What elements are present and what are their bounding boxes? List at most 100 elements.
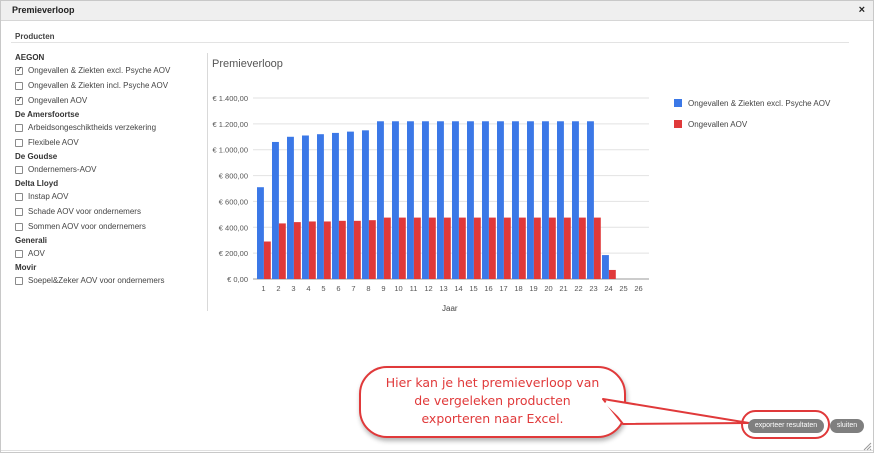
x-tick-label: 3: [291, 284, 295, 293]
chart-legend: Ongevallen & Ziekten excl. Psyche AOV Ong…: [674, 97, 830, 139]
premium-bar-chart: € 0,00 € 200,00 € 400,00 € 600,00 € 800,00 € …: [213, 94, 649, 293]
x-tick-label: 9: [381, 284, 385, 293]
product-checkbox-item[interactable]: Soepel&Zeker AOV voor ondernemers: [15, 273, 205, 288]
x-tick-label: 22: [574, 284, 582, 293]
bar-red: [518, 217, 526, 279]
product-checkbox-item[interactable]: Arbeidsongeschiktheids verzekering: [15, 120, 205, 135]
checkbox-checked[interactable]: [15, 65, 23, 75]
legend-item[interactable]: Ongevallen & Ziekten excl. Psyche AOV: [674, 97, 830, 109]
product-label: Soepel&Zeker AOV voor ondernemers: [28, 276, 165, 285]
legend-item[interactable]: Ongevallen AOV: [674, 118, 830, 130]
x-tick-label: 5: [321, 284, 325, 293]
x-tick-label: 4: [306, 284, 310, 293]
x-tick-label: 8: [366, 284, 370, 293]
product-checkbox-item[interactable]: AOV: [15, 246, 205, 261]
checkbox[interactable]: [15, 138, 23, 147]
product-list: AEGON Ongevallen & Ziekten excl. Psyche A…: [15, 51, 205, 288]
bar-blue: [302, 135, 309, 279]
x-tick-label: 24: [604, 284, 612, 293]
checkbox[interactable]: [15, 276, 23, 285]
checkbox[interactable]: [15, 207, 23, 216]
x-tick-label: 15: [469, 284, 477, 293]
bar-red: [323, 221, 331, 279]
x-tick-label: 6: [336, 284, 340, 293]
bar-red: [548, 217, 556, 279]
legend-swatch: [674, 120, 682, 128]
product-checkbox-item[interactable]: Ondernemers-AOV: [15, 162, 205, 177]
callout-line: de vergeleken producten: [414, 393, 571, 408]
bar-blue: [452, 121, 459, 279]
callout-line: exporteren naar Excel.: [421, 411, 564, 426]
bar-red: [278, 223, 286, 279]
bar-red: [593, 217, 601, 279]
x-tick-label: 14: [454, 284, 462, 293]
bottom-divider: [1, 450, 873, 451]
product-label: Flexibele AOV: [28, 138, 79, 147]
resize-grip-icon[interactable]: [862, 441, 872, 451]
checkbox[interactable]: [15, 249, 23, 258]
bar-red: [338, 220, 346, 279]
product-group-title: AEGON: [15, 53, 45, 62]
bar-blue: [467, 121, 474, 279]
bar-blue: [362, 130, 369, 279]
x-tick-label: 13: [439, 284, 447, 293]
product-checkbox-item[interactable]: Flexibele AOV: [15, 135, 205, 150]
premieverloop-dialog: Premieverloop × Producten AEGON Ongevalle…: [0, 0, 874, 453]
y-tick-label: € 0,00: [227, 275, 248, 284]
x-tick-label: 2: [276, 284, 280, 293]
checkbox[interactable]: [15, 81, 23, 90]
vertical-divider: [207, 53, 208, 311]
x-tick-label: 10: [394, 284, 402, 293]
checkbox[interactable]: [15, 192, 23, 201]
close-icon[interactable]: ×: [859, 4, 865, 16]
y-tick-label: € 400,00: [219, 223, 248, 232]
bar-red: [578, 217, 586, 279]
product-checkbox-item[interactable]: Ongevallen & Ziekten excl. Psyche AOV: [15, 63, 205, 78]
bar-red: [608, 269, 616, 279]
bar-red: [308, 221, 316, 279]
bar-blue: [437, 121, 444, 279]
product-checkbox-item[interactable]: Schade AOV voor ondernemers: [15, 204, 205, 219]
bar-red: [473, 217, 481, 279]
y-tick-label: € 1.000,00: [213, 146, 248, 155]
x-tick-label: 19: [529, 284, 537, 293]
x-tick-label: 23: [589, 284, 597, 293]
product-checkbox-item[interactable]: Instap AOV: [15, 189, 205, 204]
close-button[interactable]: sluiten: [830, 419, 864, 433]
callout-bubble: Hier kan je het premieverloop van de ver…: [359, 366, 626, 438]
y-tick-label: € 1.400,00: [213, 94, 248, 103]
checkbox[interactable]: [15, 123, 23, 132]
product-group-title: Generali: [15, 236, 48, 245]
product-checkbox-item[interactable]: Ongevallen & Ziekten incl. Psyche AOV: [15, 78, 205, 93]
callout-text: Hier kan je het premieverloop van de ver…: [361, 374, 624, 428]
checkbox[interactable]: [15, 222, 23, 231]
x-tick-label: 7: [351, 284, 355, 293]
bar-blue: [272, 141, 279, 279]
bar-red: [293, 222, 301, 279]
bar-red: [263, 241, 271, 279]
bar-blue: [602, 255, 609, 279]
product-checkbox-item[interactable]: Sommen AOV voor ondernemers: [15, 219, 205, 234]
bar-blue: [332, 132, 339, 279]
section-divider: [11, 42, 849, 43]
product-label: Sommen AOV voor ondernemers: [28, 222, 146, 231]
bar-blue: [392, 121, 399, 279]
dialog-title: Premieverloop: [12, 5, 75, 15]
legend-label: Ongevallen AOV: [688, 119, 748, 129]
bar-blue: [407, 121, 414, 279]
checkbox-checked[interactable]: [15, 95, 23, 105]
bar-blue: [512, 121, 519, 279]
bar-blue: [587, 121, 594, 279]
x-tick-label: 18: [514, 284, 522, 293]
product-checkbox-item[interactable]: Ongevallen AOV: [15, 93, 205, 108]
product-group-title: Delta Lloyd: [15, 179, 59, 188]
product-group-title: De Goudse: [15, 152, 58, 161]
checkbox[interactable]: [15, 165, 23, 174]
product-group-title: De Amersfoortse: [15, 110, 80, 119]
bar-red: [383, 217, 391, 279]
export-results-button[interactable]: exporteer resultaten: [748, 419, 824, 433]
bar-red: [563, 217, 571, 279]
y-tick-label: € 600,00: [219, 197, 248, 206]
bar-red: [413, 217, 421, 279]
bar-blue: [557, 121, 564, 279]
